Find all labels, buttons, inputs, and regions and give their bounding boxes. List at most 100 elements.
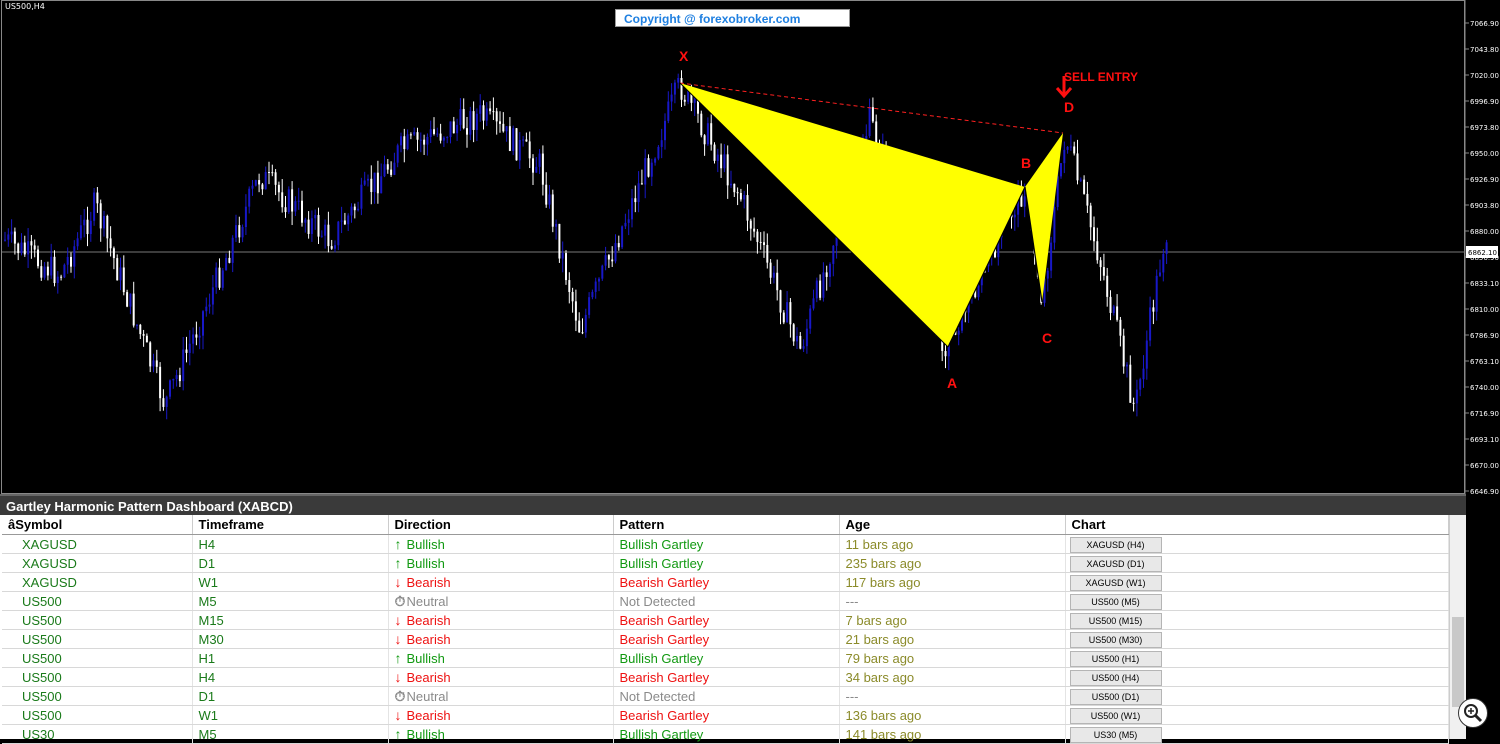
open-chart-button[interactable]: US500 (M30) (1069, 631, 1162, 648)
price-tick-label: 6740.00 (1470, 384, 1499, 392)
chart-canvas[interactable]: 7066.90 7043.80 7020.00 6996.90 6973.80 6950.… (0, 0, 1500, 494)
cell-symbol: US500 (2, 667, 193, 687)
candle-body (198, 335, 201, 338)
cell-direction: ↑ Bullish (388, 648, 614, 668)
candle-body (33, 245, 36, 250)
candle-body (46, 266, 49, 276)
candle-body (178, 375, 181, 382)
col-pattern[interactable]: Pattern (613, 515, 840, 535)
candle-body (1119, 319, 1122, 336)
candle-body (743, 195, 746, 200)
candle-body (1073, 146, 1076, 154)
sell-entry-label: SELL ENTRY (1064, 70, 1138, 84)
table-row: US500 H4 ↓ Bearish Bearish Gartley 34 bars ag… (2, 667, 1449, 687)
scrollbar-thumb[interactable] (1452, 617, 1464, 707)
candle-body (261, 184, 264, 190)
candle-body (449, 121, 452, 138)
candle-body (37, 249, 39, 267)
arrow-down-icon: ↓ (394, 669, 402, 685)
direction-label: Bearish (406, 575, 451, 590)
col-chart[interactable]: Chart (1065, 515, 1449, 535)
candle-body (155, 360, 158, 367)
pattern-triangle-xab (680, 83, 1025, 347)
cell-timeframe: M5 (192, 724, 389, 744)
candle-body (782, 312, 785, 323)
candle-body (413, 132, 416, 135)
col-age[interactable]: Age (839, 515, 1066, 535)
open-chart-button[interactable]: US500 (M5) (1069, 593, 1162, 610)
candle-body (281, 192, 284, 208)
candle-body (1109, 296, 1112, 313)
table-row: US500 M15 ↓ Bearish Bearish Gartley 7 bars ag… (2, 610, 1449, 630)
candle-body (475, 113, 478, 130)
direction-label: Bullish (406, 556, 445, 571)
candle-body (244, 206, 247, 228)
candle-body (805, 328, 808, 347)
open-chart-button[interactable]: US500 (M15) (1069, 612, 1162, 629)
candle-body (116, 258, 119, 281)
candle-body (723, 154, 726, 169)
magnifier-icon[interactable] (1458, 698, 1488, 728)
open-chart-button[interactable]: US500 (H4) (1069, 669, 1162, 686)
cell-age: 11 bars ago (839, 534, 1066, 554)
candle-body (1079, 179, 1082, 181)
col-symbol[interactable]: âSymbol (2, 515, 193, 535)
open-chart-button[interactable]: XAGUSD (W1) (1069, 574, 1162, 591)
candle-body (86, 219, 89, 235)
candle-body (594, 281, 597, 292)
cell-timeframe: W1 (192, 705, 389, 725)
candle-body (538, 153, 541, 167)
table-row: XAGUSD W1 ↓ Bearish Bearish Gartley 117 bars … (2, 572, 1449, 592)
candle-body (703, 135, 706, 145)
candle-body (258, 180, 261, 185)
candle-body (103, 215, 105, 229)
candle-body (297, 200, 300, 202)
candle-body (525, 139, 528, 142)
open-chart-button[interactable]: US30 (M5) (1069, 726, 1162, 743)
price-tick-label: 6926.90 (1470, 176, 1499, 184)
candle-body (1152, 307, 1155, 312)
direction-label: Bearish (406, 632, 451, 647)
point-d-label: D (1064, 99, 1074, 115)
candle-body (376, 172, 379, 194)
candle-body (360, 184, 363, 209)
candle-body (367, 178, 369, 181)
candle-body (733, 183, 736, 193)
candle-body (753, 228, 756, 232)
price-chart[interactable]: 7066.90 7043.80 7020.00 6996.90 6973.80 6950.… (0, 0, 1500, 494)
candle-body (317, 214, 320, 237)
candle-body (627, 219, 630, 223)
candle-body (1050, 242, 1053, 271)
cell-timeframe: W1 (192, 572, 389, 592)
cell-pattern: Bullish Gartley (613, 553, 840, 573)
open-chart-button[interactable]: XAGUSD (H4) (1069, 536, 1162, 553)
candle-body (631, 198, 633, 220)
candle-body (588, 297, 591, 315)
candle-body (1083, 179, 1086, 194)
table-row: XAGUSD D1 ↑ Bullish Bullish Gartley 235 bars … (2, 553, 1449, 573)
price-tick-label: 6786.90 (1470, 332, 1499, 340)
table-row: US500 D1 ⏱Neutral Not Detected --- US500 (D1) (2, 686, 1449, 706)
open-chart-button[interactable]: US500 (W1) (1069, 707, 1162, 724)
candle-body (499, 121, 501, 124)
candle-body (452, 121, 455, 134)
candle-body (548, 194, 551, 205)
candle-body (353, 206, 356, 211)
open-chart-button[interactable]: US500 (D1) (1069, 688, 1162, 705)
open-chart-button[interactable]: XAGUSD (D1) (1069, 555, 1162, 572)
candle-body (340, 220, 343, 222)
candle-body (231, 237, 234, 263)
cell-chart: US30 (M5) (1065, 724, 1449, 744)
candle-body (419, 139, 422, 141)
candle-body (591, 291, 594, 298)
col-timeframe[interactable]: Timeframe (192, 515, 389, 535)
cell-pattern: Not Detected (613, 591, 840, 611)
candle-body (145, 335, 148, 343)
candle-body (30, 241, 33, 246)
cell-pattern: Bullish Gartley (613, 534, 840, 554)
col-direction[interactable]: Direction (388, 515, 614, 535)
open-chart-button[interactable]: US500 (H1) (1069, 650, 1162, 667)
candle-body (746, 195, 749, 221)
candle-body (192, 334, 195, 344)
cell-pattern: Bullish Gartley (613, 724, 840, 744)
